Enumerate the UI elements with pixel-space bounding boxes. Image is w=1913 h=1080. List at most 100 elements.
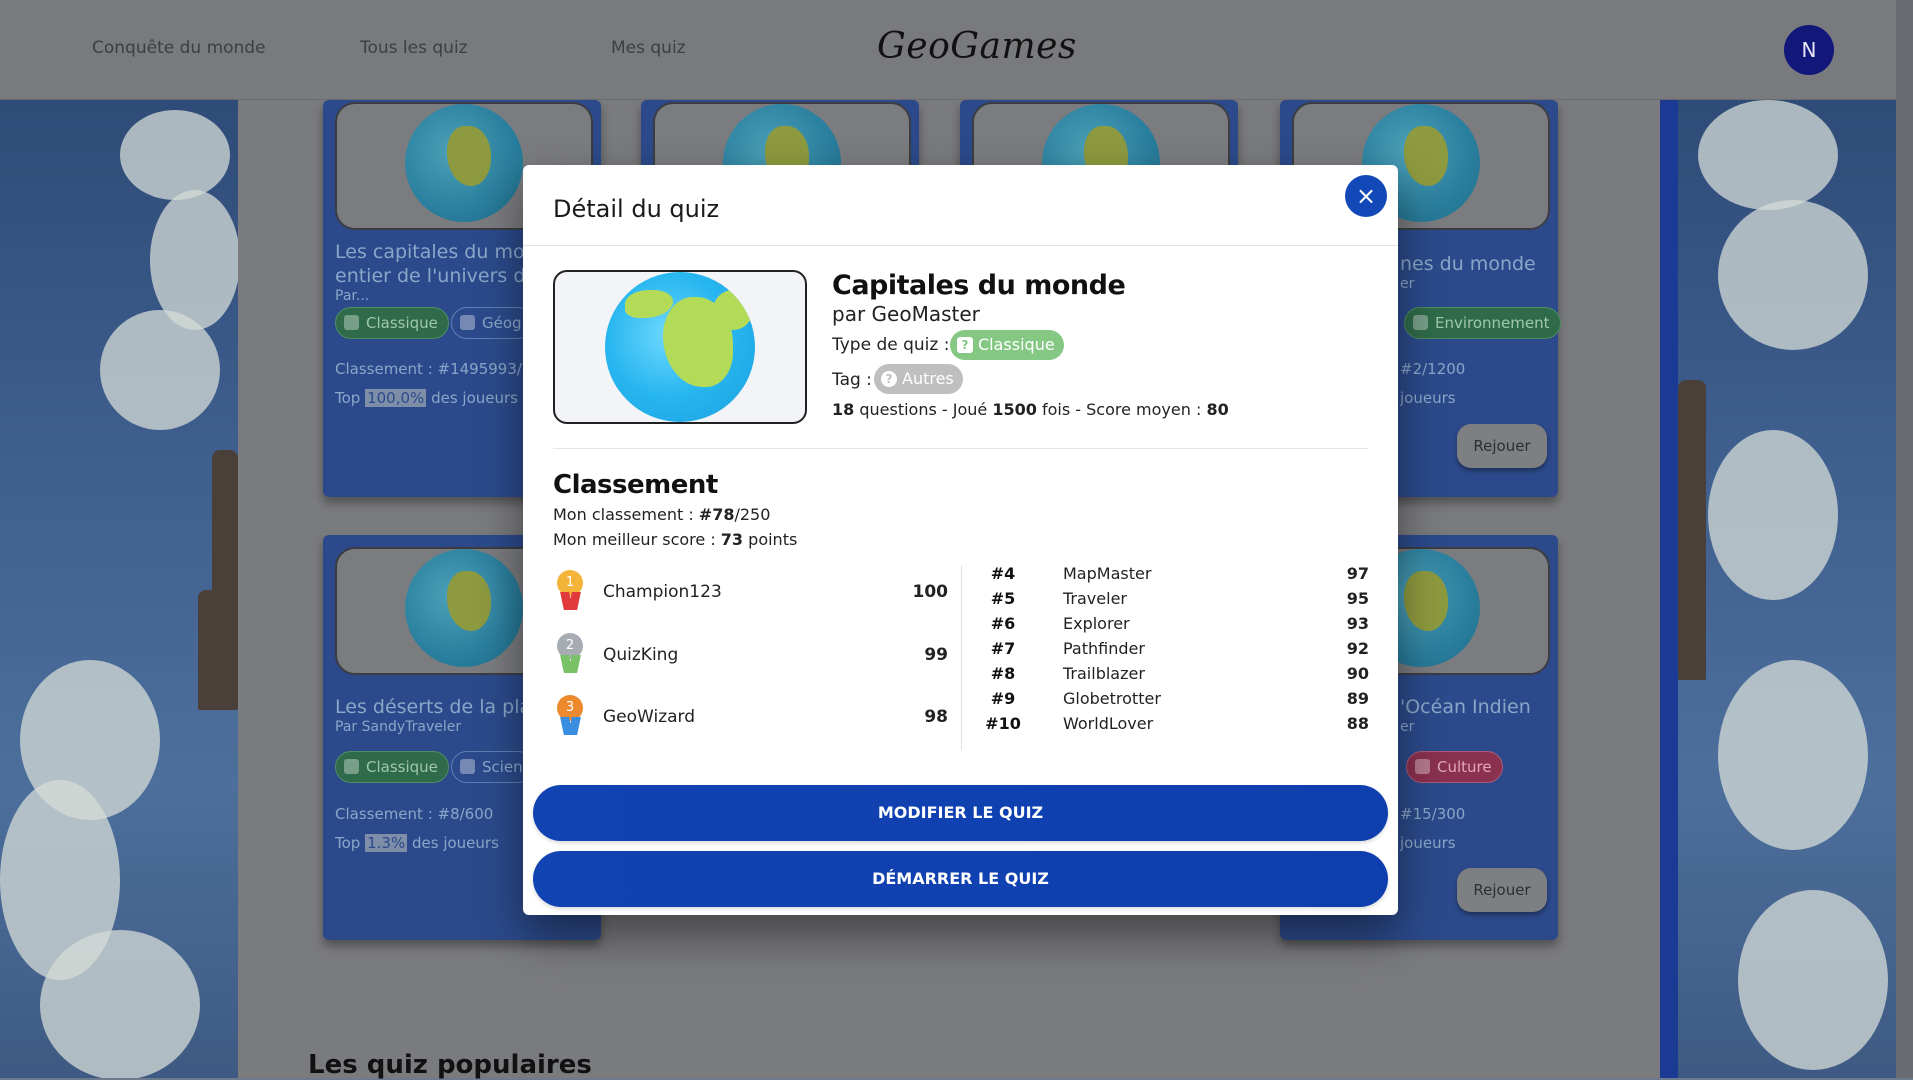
player-score: 92 (1346, 639, 1369, 658)
quiz-card-rank: #2/1200 (1400, 360, 1466, 378)
quiz-card-author: Par SandyTraveler (335, 719, 462, 735)
player-score: 89 (1346, 689, 1369, 708)
player-name: Globetrotter (1063, 689, 1161, 708)
bronze-medal-icon: 3 (555, 695, 585, 739)
quiz-card-title-line2: entier de l'univers de (335, 265, 538, 287)
ranking-row: #8 Trailblazer 90 (983, 664, 1369, 688)
player-name: QuizKing (603, 645, 679, 665)
tower-decoration (212, 450, 238, 610)
quiz-author: par GeoMaster (832, 302, 980, 326)
podium-row: 2 QuizKing 99 (553, 633, 948, 683)
rank-number: #9 (990, 689, 1016, 708)
player-name: WorldLover (1063, 714, 1154, 733)
question-icon: ? (957, 337, 973, 353)
globe-icon (405, 104, 523, 222)
background-illustration-right (1678, 100, 1913, 1078)
ranking-separator (961, 565, 962, 750)
user-avatar[interactable]: N (1784, 25, 1834, 75)
divider (553, 448, 1368, 449)
quiz-card-top: joueurs (1400, 834, 1456, 852)
cloud-decoration (40, 930, 200, 1078)
page-scrollbar[interactable] (1896, 0, 1913, 1078)
podium-row: 3 GeoWizard 98 (553, 695, 948, 745)
app-logo[interactable]: GeoGames (877, 26, 1077, 67)
quiz-card-top: joueurs (1400, 389, 1456, 407)
ranking-row: #5 Traveler 95 (983, 589, 1369, 613)
quiz-type-badge: ? Classique (950, 330, 1064, 360)
quiz-card-title: 'Océan Indien (1400, 696, 1531, 718)
podium-row: 1 Champion123 100 (553, 570, 948, 620)
rank-number: #7 (990, 639, 1016, 658)
cloud-decoration (1718, 660, 1868, 850)
quiz-card-top: Top 100,0% des joueurs (335, 389, 518, 407)
theater-masks-icon (1415, 759, 1430, 774)
quiz-card-title: Les capitales du mo (335, 241, 525, 263)
edit-quiz-button[interactable]: MODIFIER LE QUIZ (533, 785, 1388, 841)
divider (523, 245, 1398, 246)
quiz-type-label: Type de quiz : (832, 335, 950, 355)
player-name: Explorer (1063, 614, 1130, 633)
tree-icon (1413, 315, 1428, 330)
quiz-tag-pill: Géog (451, 307, 533, 339)
start-quiz-button[interactable]: DÉMARRER LE QUIZ (533, 851, 1388, 907)
quiz-card-rank: #15/300 (1400, 805, 1466, 823)
nav-link-conquest[interactable]: Conquête du monde (92, 38, 266, 58)
quiz-tag-pill: Environnement (1404, 307, 1561, 339)
ranking-row: #6 Explorer 93 (983, 614, 1369, 638)
gold-medal-icon: 1 (555, 570, 585, 614)
question-icon (344, 759, 359, 774)
player-score: 100 (912, 582, 949, 602)
ranking-row: #4 MapMaster 97 (983, 564, 1369, 588)
replay-button[interactable]: Rejouer (1457, 868, 1547, 912)
globe-tag-icon (460, 315, 475, 330)
globe-icon (405, 549, 523, 667)
player-score: 99 (924, 645, 948, 665)
rank-number: #5 (990, 589, 1016, 608)
globe-icon (605, 272, 755, 422)
ranking-row: #10 WorldLover 88 (983, 714, 1369, 738)
player-score: 90 (1346, 664, 1369, 683)
player-score: 88 (1346, 714, 1369, 733)
nav-link-all-quizzes[interactable]: Tous les quiz (360, 38, 468, 58)
quiz-card-rank: Classement : #8/600 (335, 805, 494, 823)
quiz-name: Capitales du monde (832, 270, 1126, 301)
rank-number: #4 (990, 564, 1016, 583)
quiz-card-author: er (1400, 719, 1415, 735)
cloud-decoration (1738, 890, 1888, 1070)
quiz-card-title: nes du monde (1400, 253, 1536, 275)
ranking-title: Classement (553, 470, 718, 500)
rank-number: #6 (990, 614, 1016, 633)
tower-decoration (1678, 380, 1706, 680)
player-name: MapMaster (1063, 564, 1152, 583)
replay-button[interactable]: Rejouer (1457, 424, 1547, 468)
cloud-decoration (1718, 200, 1868, 350)
player-score: 93 (1346, 614, 1369, 633)
quiz-stats: 18 questions - Joué 1500 fois - Score mo… (832, 400, 1229, 419)
quiz-type-pill: Classique (335, 307, 449, 339)
side-strip (1660, 100, 1678, 1078)
help-circle-icon: ? (881, 371, 897, 387)
player-score: 95 (1346, 589, 1369, 608)
player-score: 98 (924, 707, 948, 727)
close-icon: × (1355, 182, 1377, 210)
cloud-decoration (100, 310, 220, 430)
tower-decoration (198, 590, 238, 710)
quiz-card-author: Par... (335, 288, 370, 304)
player-name: GeoWizard (603, 707, 696, 727)
nav-link-my-quizzes[interactable]: Mes quiz (611, 38, 686, 58)
rank-number: #10 (985, 714, 1021, 733)
ranking-row: #9 Globetrotter 89 (983, 689, 1369, 713)
quiz-card-title: Les déserts de la pla (335, 696, 532, 718)
quiz-card-rank: Classement : #1495993/ (335, 360, 522, 378)
player-name: Pathfinder (1063, 639, 1145, 658)
background-illustration-left (0, 100, 238, 1078)
silver-medal-icon: 2 (555, 633, 585, 677)
quiz-tag-label: Tag : (832, 370, 872, 390)
top-navbar: Conquête du monde Tous les quiz Mes quiz… (0, 0, 1896, 100)
modal-title: Détail du quiz (553, 195, 720, 223)
my-best-score: Mon meilleur score : 73 points (553, 530, 798, 549)
question-icon (344, 315, 359, 330)
cloud-decoration (1698, 100, 1838, 210)
close-button[interactable]: × (1345, 175, 1387, 217)
cloud-decoration (120, 110, 230, 200)
